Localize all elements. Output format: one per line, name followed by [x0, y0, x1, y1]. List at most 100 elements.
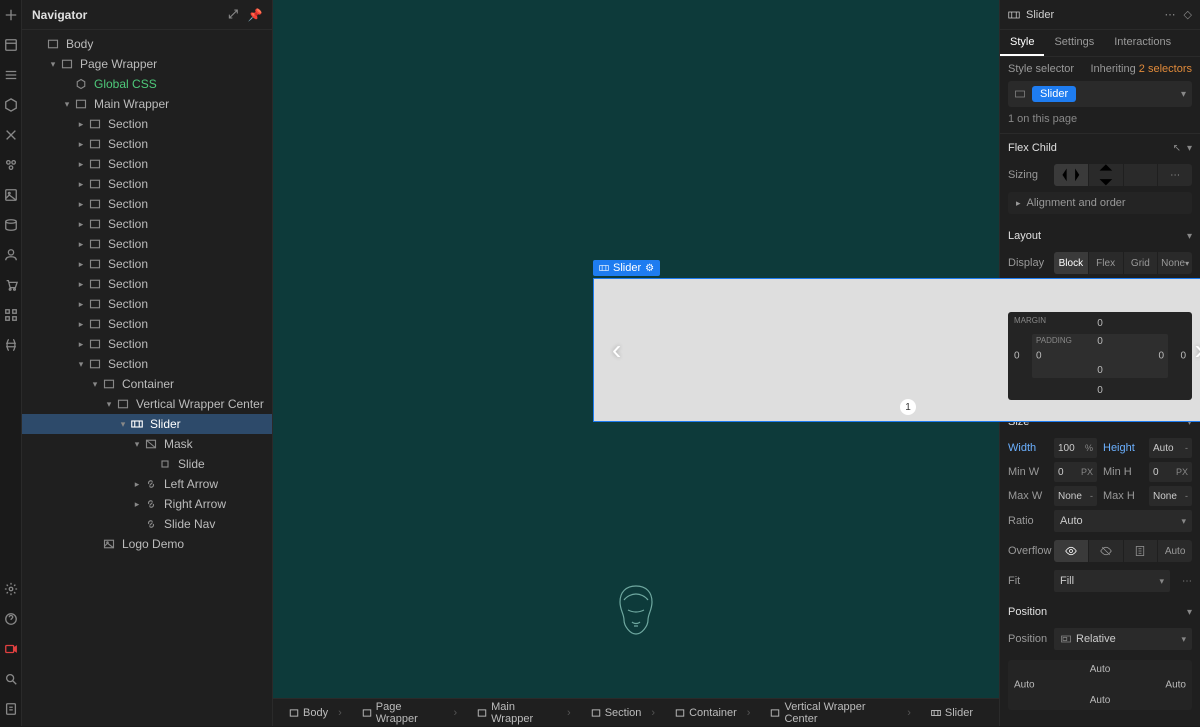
tree-item[interactable]: ▸ Left Arrow [22, 474, 272, 494]
tree-item[interactable]: Global CSS [22, 74, 272, 94]
tree-item[interactable]: ▾ Section [22, 354, 272, 374]
chevron-icon[interactable]: ▸ [132, 499, 142, 510]
chevron-down-icon[interactable]: ▾ [1187, 143, 1192, 154]
padding-right[interactable]: 0 [1158, 351, 1164, 362]
ratio-select[interactable]: Auto▾ [1054, 510, 1192, 532]
cms-icon[interactable] [4, 218, 18, 232]
chevron-icon[interactable]: ▾ [132, 439, 142, 450]
margin-right[interactable]: 0 [1180, 351, 1186, 362]
help-icon[interactable] [4, 612, 18, 626]
tree-item[interactable]: ▸ Section [22, 214, 272, 234]
tab-interactions[interactable]: Interactions [1104, 30, 1181, 56]
pos-right[interactable]: Auto [1165, 680, 1186, 691]
canvas[interactable]: Slider ⚙ ‹ › 1 [273, 0, 999, 698]
spacing-editor[interactable]: MARGIN 0 0 0 0 PADDING 0 0 0 0 [1008, 312, 1192, 400]
tree-item[interactable]: ▸ Section [22, 194, 272, 214]
padding-bottom[interactable]: 0 [1097, 365, 1103, 376]
sizing-more[interactable]: ⋯ [1158, 164, 1192, 186]
position-select[interactable]: Relative▾ [1054, 628, 1192, 650]
collapse-icon[interactable]: ⤢ [226, 8, 240, 22]
tree-item[interactable]: ▸ Section [22, 294, 272, 314]
chevron-icon[interactable]: ▾ [104, 399, 114, 410]
breadcrumb-item[interactable]: Slider [923, 705, 991, 721]
chevron-icon[interactable]: ▸ [76, 179, 86, 190]
pin-icon[interactable]: 📌 [248, 8, 262, 22]
alignment-order-row[interactable]: ▸Alignment and order [1008, 192, 1192, 214]
chevron-down-icon[interactable]: ▾ [1187, 231, 1192, 242]
sizing-grow[interactable] [1089, 164, 1124, 186]
section-flex-child[interactable]: Flex Child ↖ ▾ [1000, 134, 1200, 162]
chevron-icon[interactable]: ▾ [90, 379, 100, 390]
chevron-icon[interactable]: ▾ [76, 359, 86, 370]
fit-select[interactable]: Fill▾ [1054, 570, 1170, 592]
audit-icon[interactable] [4, 702, 18, 716]
height-input[interactable]: - [1149, 438, 1192, 458]
tab-style[interactable]: Style [1000, 30, 1044, 56]
breadcrumb-item[interactable]: Main Wrapper [469, 699, 579, 727]
chevron-icon[interactable]: ▸ [76, 199, 86, 210]
video-icon[interactable] [4, 642, 18, 656]
apps-icon[interactable] [4, 308, 18, 322]
breadcrumb-item[interactable]: Body [281, 705, 350, 721]
tree-item[interactable]: ▸ Section [22, 274, 272, 294]
section-position[interactable]: Position ▾ [1000, 598, 1200, 626]
navigator-tree[interactable]: Body ▾ Page Wrapper Global CSS ▾ Main Wr… [22, 30, 272, 726]
margin-bottom[interactable]: 0 [1097, 385, 1103, 396]
breadcrumb-item[interactable]: Vertical Wrapper Center [762, 699, 918, 727]
chevron-icon[interactable]: ▸ [76, 119, 86, 130]
assets-icon[interactable] [4, 188, 18, 202]
variables-icon[interactable] [4, 128, 18, 142]
styleguide-icon[interactable] [4, 158, 18, 172]
tree-item[interactable]: Logo Demo [22, 534, 272, 554]
focus-icon[interactable]: ◇ [1184, 8, 1192, 21]
chevron-icon[interactable]: ▸ [76, 279, 86, 290]
tree-item[interactable]: ▾ Container [22, 374, 272, 394]
overflow-scroll[interactable] [1124, 540, 1159, 562]
chevron-icon[interactable]: ▾ [118, 419, 128, 430]
chevron-icon[interactable]: ▸ [76, 259, 86, 270]
display-flex[interactable]: Flex [1089, 252, 1124, 274]
tree-item[interactable]: ▸ Section [22, 254, 272, 274]
tree-item[interactable]: ▸ Section [22, 114, 272, 134]
add-icon[interactable] [4, 8, 18, 22]
inherit-info[interactable]: Inheriting 2 selectors [1090, 63, 1192, 75]
display-block[interactable]: Block [1054, 252, 1089, 274]
chevron-icon[interactable]: ▾ [48, 59, 58, 70]
tree-item[interactable]: ▸ Section [22, 334, 272, 354]
tree-item[interactable]: ▸ Right Arrow [22, 494, 272, 514]
settings-icon[interactable] [4, 582, 18, 596]
chevron-icon[interactable]: ▸ [76, 339, 86, 350]
sizing-shrink[interactable] [1054, 164, 1089, 186]
padding-left[interactable]: 0 [1036, 351, 1042, 362]
tree-item[interactable]: ▸ Section [22, 154, 272, 174]
overflow-hidden[interactable] [1089, 540, 1124, 562]
chevron-icon[interactable]: ▸ [76, 219, 86, 230]
display-none[interactable]: None ▾ [1158, 252, 1192, 274]
chevron-icon[interactable]: ▸ [76, 159, 86, 170]
chevron-down-icon[interactable]: ▾ [1187, 607, 1192, 618]
display-grid[interactable]: Grid [1124, 252, 1159, 274]
minw-input[interactable]: PX [1054, 462, 1097, 482]
sizing-none[interactable] [1124, 164, 1159, 186]
padding-box[interactable]: PADDING 0 0 0 0 [1032, 334, 1168, 378]
tree-item[interactable]: ▾ Vertical Wrapper Center [22, 394, 272, 414]
layers-icon[interactable] [4, 68, 18, 82]
tab-settings[interactable]: Settings [1044, 30, 1104, 56]
maxh-input[interactable]: - [1149, 486, 1192, 506]
selection-tag[interactable]: Slider ⚙ [593, 260, 660, 276]
components-icon[interactable] [4, 98, 18, 112]
slider-nav-dot[interactable]: 1 [900, 399, 916, 415]
maxw-input[interactable]: - [1054, 486, 1097, 506]
tree-item[interactable]: ▾ Main Wrapper [22, 94, 272, 114]
chevron-down-icon[interactable]: ▾ [1181, 89, 1186, 100]
breadcrumb-item[interactable]: Section [583, 705, 663, 721]
tree-item[interactable]: Body [22, 34, 272, 54]
pages-icon[interactable] [4, 38, 18, 52]
pos-bottom[interactable]: Auto [1090, 695, 1111, 706]
flex-align-icon[interactable]: ↖ [1173, 143, 1181, 154]
chevron-icon[interactable]: ▾ [62, 99, 72, 110]
selector-chip[interactable]: Slider [1032, 86, 1076, 102]
fit-more-icon[interactable]: ⋯ [1182, 576, 1192, 587]
minh-input[interactable]: PX [1149, 462, 1192, 482]
slider-left-arrow[interactable]: ‹ [612, 334, 621, 366]
